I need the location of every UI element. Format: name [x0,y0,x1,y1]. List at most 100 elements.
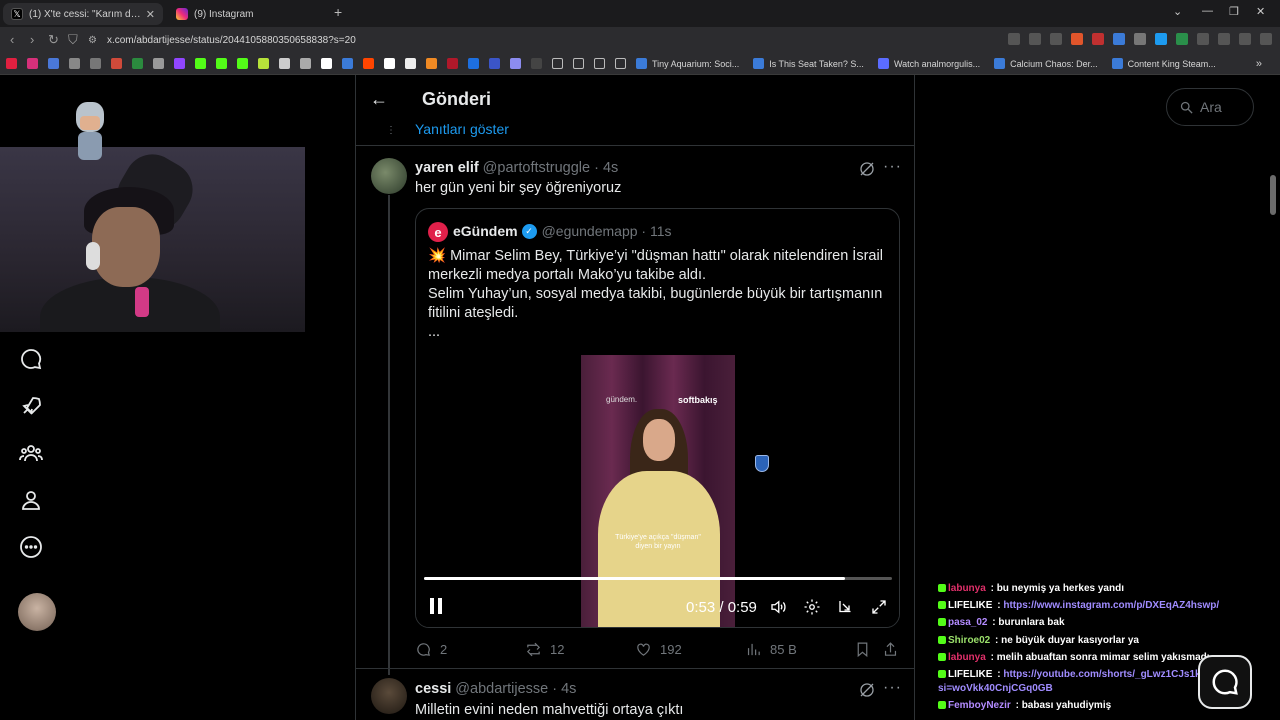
twitch-icon[interactable] [174,58,185,69]
share-icon[interactable] [1050,33,1062,45]
grok-icon[interactable] [858,681,876,699]
cast-icon[interactable] [1008,33,1020,45]
account-avatar[interactable] [18,593,56,631]
reddit-icon[interactable] [363,58,374,69]
author-handle[interactable]: @abdartijesse · 4s [455,681,576,697]
new-tab-button[interactable]: + [334,4,342,20]
bookmark-item[interactable]: Tiny Aquarium: Soci... [636,58,739,69]
bookmark-icon[interactable] [153,58,164,69]
chat-text[interactable]: https://youtube.com/shorts/_gLwz1CJs1k? [1003,669,1206,680]
bookmark-item[interactable]: Watch analmorgulis... [877,58,980,69]
show-replies-link[interactable]: Yanıtları göster [415,121,509,137]
bookmark-icon[interactable] [426,58,437,69]
bookmark-icon[interactable] [447,58,458,69]
minimize-icon[interactable]: — [1202,5,1213,17]
rocket-icon[interactable] [14,389,48,423]
author-name[interactable]: yaren elif [415,160,479,176]
more-icon[interactable]: ··· [883,679,902,697]
views-button[interactable]: 85 B [745,641,797,658]
author-name[interactable]: cessi [415,681,451,697]
bookmark-item[interactable]: Is This Seat Taken? S... [753,58,864,69]
author-handle[interactable]: @egundemapp · 11s [542,223,672,239]
scrollbar[interactable] [1270,175,1276,215]
search-input[interactable]: Ara [1166,88,1254,126]
video-player[interactable]: gündem. softbakış Türkiye'ye açıkça "düş… [416,355,899,627]
settings-icon[interactable] [803,598,821,616]
repost-button[interactable]: 12 [525,641,564,658]
folder-icon[interactable] [594,58,605,69]
bookmark-icon[interactable] [258,58,269,69]
bookmark-icon[interactable] [300,58,311,69]
bookmark-icon[interactable] [69,58,80,69]
communities-icon[interactable] [14,436,48,470]
instagram-icon[interactable] [27,58,38,69]
avatar[interactable]: e [428,222,448,242]
menu-icon[interactable] [1260,33,1272,45]
url-field[interactable]: ⚙ x.com/abdartijesse/status/204410588035… [88,30,948,50]
more-bookmarks-icon[interactable]: » [1256,58,1262,70]
video-progress-bar[interactable] [424,577,892,580]
chat-text[interactable]: https://www.instagram.com/p/DXEqAZ4hswp/ [1003,600,1219,611]
back-icon[interactable]: ‹ [10,32,14,47]
bookmark-icon[interactable] [48,58,59,69]
kick-icon[interactable] [237,58,248,69]
quoted-tweet[interactable]: e eGündem ✓ @egundemapp · 11s 💥 Mimar Se… [415,208,900,628]
bookmark-icon[interactable] [510,58,521,69]
share-button[interactable] [882,641,907,658]
extension-icon[interactable] [1155,33,1167,45]
avatar[interactable] [371,158,407,194]
extension-icon[interactable] [1176,33,1188,45]
bookmark-icon[interactable] [489,58,500,69]
tab-search-icon[interactable]: ⌄ [1173,5,1182,18]
drive-icon[interactable] [132,58,143,69]
reload-icon[interactable]: ↻ [48,32,59,48]
messages-icon[interactable] [14,342,48,376]
bookmark-icon[interactable] [531,58,542,69]
x-logo-icon[interactable] [321,58,332,69]
tab-instagram[interactable]: (9) Instagram [168,3,328,25]
back-arrow-icon[interactable]: ← [370,89,388,110]
kick-icon[interactable] [216,58,227,69]
zoom-icon[interactable] [1029,33,1041,45]
chat-text[interactable]: si=woVkk40CnjCGq0GB [938,683,1053,694]
grok-icon[interactable] [858,160,876,178]
avatar[interactable] [371,678,407,714]
reply-button[interactable]: 2 [415,641,447,658]
folder-icon[interactable] [615,58,626,69]
folder-icon[interactable] [573,58,584,69]
folder-icon[interactable] [552,58,563,69]
author-name[interactable]: eGündem [453,223,518,239]
media-icon[interactable] [1239,33,1251,45]
profile-icon[interactable] [14,483,48,517]
tab-x-post[interactable]: 𝕏 (1) X'te cessi: "Karım dondu I ✕ [3,3,163,25]
kick-icon[interactable] [195,58,206,69]
close-tab-icon[interactable]: ✕ [146,8,155,21]
more-icon[interactable]: ··· [883,158,902,176]
forward-icon[interactable]: › [30,32,34,47]
picture-in-picture-icon[interactable] [837,598,855,616]
fullscreen-icon[interactable] [870,598,888,616]
brave-shield-icon[interactable] [1071,33,1083,45]
bookmark-icon[interactable]: ⛉ [68,32,78,48]
messages-fab[interactable] [1198,655,1252,709]
bookmark-icon[interactable] [342,58,353,69]
extension-icon[interactable] [1113,33,1125,45]
bookmark-item[interactable]: Content King Steam... [1111,58,1216,69]
bookmark-icon[interactable] [384,58,395,69]
volume-icon[interactable] [769,598,787,616]
bookmark-button[interactable] [854,641,879,658]
bookmark-icon[interactable] [405,58,416,69]
more-options-icon[interactable] [14,530,48,564]
maximize-icon[interactable]: ❐ [1229,5,1239,18]
gmail-icon[interactable] [111,58,122,69]
close-window-icon[interactable]: ✕ [1256,5,1265,18]
bookmark-icon[interactable] [90,58,101,69]
anchor-icon[interactable] [279,58,290,69]
site-info-icon[interactable]: ⚙ [88,35,97,46]
sidebar-icon[interactable] [1218,33,1230,45]
extensions-puzzle-icon[interactable] [1197,33,1209,45]
like-button[interactable]: 192 [635,641,682,658]
bookmark-item[interactable]: Calcium Chaos: Der... [994,58,1098,69]
author-handle[interactable]: @partoftstruggle · 4s [483,160,619,176]
extension-icon[interactable] [1134,33,1146,45]
